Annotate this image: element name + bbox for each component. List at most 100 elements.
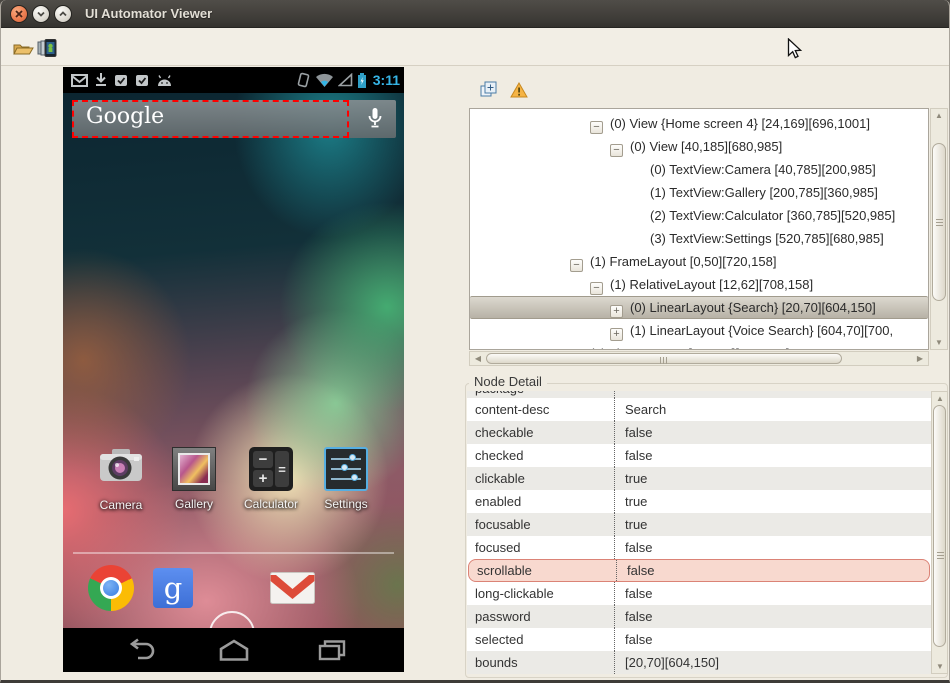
detail-vertical-scrollbar[interactable]: ▲ ▼: [931, 391, 948, 674]
scroll-right-arrow[interactable]: ▶: [912, 352, 928, 365]
android-status-bar: 3:11: [63, 67, 404, 93]
chrome-icon: [88, 565, 134, 611]
detail-key: long-clickable: [467, 582, 614, 605]
app-icon-row: Camera Gallery −+= Calculator Sett: [63, 447, 404, 541]
android-wallpaper: Google: [63, 93, 404, 628]
back-icon: [125, 638, 157, 664]
tree-node[interactable]: −(1) RelativeLayout [12,62][708,158]: [470, 273, 928, 296]
detail-key: checked: [467, 444, 614, 467]
window-title: UI Automator Viewer: [85, 6, 212, 21]
detail-row[interactable]: bounds[20,70][604,150]: [467, 651, 931, 674]
detail-key: checkable: [467, 421, 614, 444]
tree-node[interactable]: (2) TextView:Calculator [360,785][520,98…: [470, 204, 928, 227]
tree-node[interactable]: −(1) FrameLayout [0,50][720,158]: [470, 250, 928, 273]
scroll-up-arrow[interactable]: ▲: [932, 392, 948, 405]
app-label: Camera: [90, 498, 152, 512]
android-debug-icon: [156, 74, 173, 87]
dock-divider: [73, 552, 394, 554]
detail-row[interactable]: passwordfalse: [467, 605, 931, 628]
detail-value: false: [614, 421, 931, 444]
maximize-button[interactable]: [54, 5, 72, 23]
expand-toggle[interactable]: +: [610, 328, 623, 341]
mic-icon: [367, 107, 383, 136]
tree-node[interactable]: −(0) View {Home screen 4} [24,169][696,1…: [470, 112, 928, 135]
device-screenshot-button[interactable]: [35, 36, 59, 60]
detail-key: password: [467, 605, 614, 628]
detail-row[interactable]: focusedfalse: [467, 536, 931, 559]
home-icon: [218, 638, 250, 662]
dock: g: [63, 565, 404, 617]
device-screenshot[interactable]: 3:11 Google: [63, 67, 404, 672]
scroll-left-arrow[interactable]: ◀: [470, 352, 486, 365]
tree-node[interactable]: + (1) LinearLayout {Voice Search} [604,70…: [470, 319, 928, 342]
collapse-toggle[interactable]: −: [570, 259, 583, 272]
tree-node[interactable]: −(0) View [40,185][680,985]: [470, 135, 928, 158]
signal-icon: [338, 73, 353, 87]
tree-vertical-scrollbar[interactable]: ▲ ▼: [930, 108, 948, 350]
play-update-icon: [114, 73, 128, 87]
detail-row-partial[interactable]: package: [467, 391, 931, 398]
tree-node-label: (1) RelativeLayout [12,62][708,158]: [610, 277, 813, 292]
selected-node-highlight: [72, 100, 349, 138]
app-label: Settings: [315, 497, 377, 511]
tree-node[interactable]: (2) LinearLayout [500,50][720,158]: [470, 342, 928, 350]
detail-value: true: [614, 467, 931, 490]
detail-key: focusable: [467, 513, 614, 536]
download-icon: [95, 73, 107, 87]
scroll-down-arrow[interactable]: ▼: [931, 336, 947, 349]
toolbar: [1, 28, 949, 66]
tree-node-label: (0) LinearLayout {Search} [20,70][604,15…: [630, 300, 876, 315]
collapse-toggle[interactable]: −: [590, 121, 603, 134]
tree-node-label: (1) FrameLayout [0,50][720,158]: [590, 254, 776, 269]
scroll-up-arrow[interactable]: ▲: [931, 109, 947, 122]
app-settings: Settings: [315, 447, 377, 511]
detail-value: false: [614, 582, 931, 605]
detail-row[interactable]: focusabletrue: [467, 513, 931, 536]
wifi-icon: [315, 73, 334, 88]
detail-key: clickable: [467, 467, 614, 490]
detail-row[interactable]: checkedfalse: [467, 444, 931, 467]
detail-row[interactable]: long-clickablefalse: [467, 582, 931, 605]
mouse-cursor: [787, 38, 803, 60]
minimize-button[interactable]: [32, 5, 50, 23]
expand-all-button[interactable]: [480, 81, 497, 103]
detail-row[interactable]: enabledtrue: [467, 490, 931, 513]
gmail-icon: [270, 572, 315, 604]
status-time: 3:11: [373, 72, 400, 88]
app-label: Gallery: [163, 497, 225, 511]
tree-node[interactable]: (0) TextView:Camera [40,785][200,985]: [470, 158, 928, 181]
ui-hierarchy-tree[interactable]: −(0) View {Home screen 4} [24,169][696,1…: [469, 108, 929, 350]
detail-row[interactable]: clickabletrue: [467, 467, 931, 490]
gallery-icon: [172, 447, 216, 491]
tree-node[interactable]: (1) TextView:Gallery [200,785][360,985]: [470, 181, 928, 204]
detail-row[interactable]: selectedfalse: [467, 628, 931, 651]
tree-node[interactable]: (3) TextView:Settings [520,785][680,985]: [470, 227, 928, 250]
scroll-down-arrow[interactable]: ▼: [932, 660, 948, 673]
detail-key: focused: [467, 536, 614, 559]
detail-value: false: [614, 605, 931, 628]
collapse-toggle[interactable]: −: [610, 144, 623, 157]
detail-row[interactable]: checkablefalse: [467, 421, 931, 444]
collapse-toggle[interactable]: −: [590, 282, 603, 295]
close-button[interactable]: [10, 5, 28, 23]
expand-toggle[interactable]: +: [610, 305, 623, 318]
detail-row-highlighted[interactable]: scrollablefalse: [468, 559, 930, 582]
scrollbar-thumb[interactable]: [932, 143, 946, 301]
detail-value: false: [616, 560, 929, 581]
tree-node-label: (1) LinearLayout {Voice Search} [604,70]…: [630, 323, 893, 338]
warning-button[interactable]: [510, 82, 528, 103]
android-nav-bar: [63, 628, 404, 672]
titlebar[interactable]: UI Automator Viewer: [1, 0, 949, 28]
scrollbar-thumb[interactable]: [486, 353, 842, 364]
tree-node-selected[interactable]: + (0) LinearLayout {Search} [20,70][604,1…: [470, 296, 928, 319]
tree-node-label: (3) TextView:Settings [520,785][680,985]: [650, 231, 884, 246]
gmail-notification-icon: [71, 74, 88, 87]
detail-value: false: [614, 536, 931, 559]
rotation-icon: [296, 72, 311, 88]
node-detail-table[interactable]: package content-descSearch checkablefals…: [467, 391, 931, 674]
scrollbar-thumb[interactable]: [933, 405, 946, 647]
settings-icon: [324, 447, 368, 491]
tree-horizontal-scrollbar[interactable]: ◀ ▶: [469, 351, 929, 366]
open-file-button[interactable]: [11, 36, 35, 60]
detail-row[interactable]: content-descSearch: [467, 398, 931, 421]
